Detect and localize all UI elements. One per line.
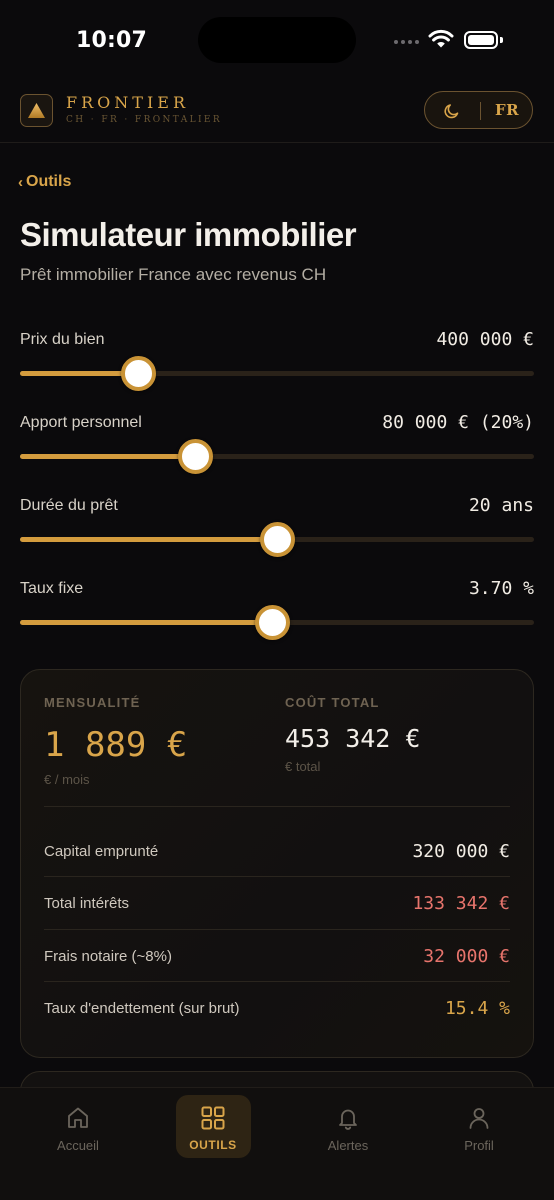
bell-icon (339, 1109, 357, 1130)
status-bar: 10:07 (0, 0, 554, 80)
home-icon (68, 1107, 88, 1128)
slider-taux-fixe: Taux fixe 3.70 % (20, 578, 534, 650)
chevron-left-icon: ‹ (18, 173, 23, 191)
battery-icon (464, 31, 498, 49)
slider-fill (20, 454, 195, 459)
moon-icon[interactable] (443, 102, 461, 120)
slider-value: 80 000 € (20%) (382, 412, 534, 433)
slider-duree-du-pret: Durée du prêt 20 ans (20, 495, 534, 567)
detail-label: Frais notaire (~8%) (44, 948, 172, 965)
total-cost-unit: € total (285, 759, 321, 774)
pill-divider (480, 102, 481, 120)
detail-value: 32 000 € (423, 946, 510, 967)
slider-value: 400 000 € (436, 329, 534, 350)
divider (44, 876, 510, 877)
detail-label: Total intérêts (44, 895, 130, 912)
detail-row-endettement: Taux d'endettement (sur brut) 15.4 % (44, 998, 510, 1052)
monthly-payment-value: 1 889 € (44, 725, 188, 765)
wifi-icon (428, 29, 454, 48)
brand-subtitle: CH · FR · FRONTALIER (66, 115, 223, 125)
nav-item-profil[interactable]: Profil (439, 1088, 519, 1168)
divider (44, 806, 510, 807)
nav-label: Accueil (57, 1138, 99, 1153)
nav-item-alertes[interactable]: Alertes (308, 1088, 388, 1168)
slider-track[interactable] (20, 371, 534, 376)
slider-fill (20, 537, 277, 542)
results-card: MENSUALITÉ 1 889 € € / mois COÛT TOTAL 4… (20, 669, 534, 1058)
page-title: Simulateur immobilier (20, 216, 357, 253)
slider-value: 3.70 % (468, 578, 534, 599)
status-time: 10:07 (76, 28, 148, 53)
slider-label: Durée du prêt (20, 497, 118, 514)
page-subtitle: Prêt immobilier France avec revenus CH (20, 265, 327, 284)
back-link[interactable]: ‹ Outils (18, 173, 71, 191)
detail-value: 320 000 € (412, 841, 510, 862)
nav-label: OUTILS (189, 1138, 237, 1152)
theme-language-switcher[interactable]: FR (424, 91, 533, 129)
app-header: FRONTIER CH · FR · FRONTALIER FR (0, 80, 554, 143)
monthly-payment-label: MENSUALITÉ (44, 695, 141, 710)
slider-prix-du-bien: Prix du bien 400 000 € (20, 329, 534, 401)
user-icon (469, 1108, 489, 1129)
nav-label: Profil (464, 1138, 494, 1153)
detail-value: 15.4 % (444, 998, 510, 1019)
nav-item-outils[interactable]: OUTILS (173, 1088, 253, 1168)
slider-apport-personnel: Apport personnel 80 000 € (20%) (20, 412, 534, 484)
detail-value: 133 342 € (412, 893, 510, 914)
bottom-nav: Accueil OUTILS Alertes Profil (0, 1087, 554, 1200)
slider-thumb[interactable] (177, 439, 213, 474)
divider (44, 929, 510, 930)
slider-track[interactable] (20, 454, 534, 459)
detail-label: Capital emprunté (44, 843, 159, 860)
triangle-logo-icon (20, 94, 53, 127)
monthly-payment-unit: € / mois (44, 772, 90, 787)
nav-item-accueil[interactable]: Accueil (38, 1088, 118, 1168)
slider-thumb[interactable] (121, 356, 157, 391)
cellular-signal-icon (394, 40, 419, 44)
total-cost-value: 453 342 € (285, 724, 421, 753)
brand-name: FRONTIER (66, 93, 189, 112)
slider-label: Prix du bien (20, 331, 105, 348)
slider-thumb[interactable] (260, 522, 295, 557)
detail-row-capital: Capital emprunté 320 000 € (44, 841, 510, 895)
slider-value: 20 ans (468, 495, 534, 516)
divider (44, 981, 510, 982)
total-cost-label: COÛT TOTAL (285, 695, 380, 710)
dynamic-island (198, 17, 356, 63)
slider-label: Apport personnel (20, 414, 142, 431)
detail-row-notaire: Frais notaire (~8%) 32 000 € (44, 946, 510, 1000)
detail-row-interets: Total intérêts 133 342 € (44, 893, 510, 947)
nav-label: Alertes (327, 1138, 369, 1153)
back-link-label: Outils (26, 173, 72, 190)
slider-label: Taux fixe (20, 580, 84, 597)
language-toggle[interactable]: FR (495, 101, 519, 119)
slider-fill (20, 620, 272, 625)
detail-label: Taux d'endettement (sur brut) (44, 1000, 240, 1017)
grid-icon (201, 1106, 225, 1130)
slider-thumb[interactable] (254, 605, 290, 640)
